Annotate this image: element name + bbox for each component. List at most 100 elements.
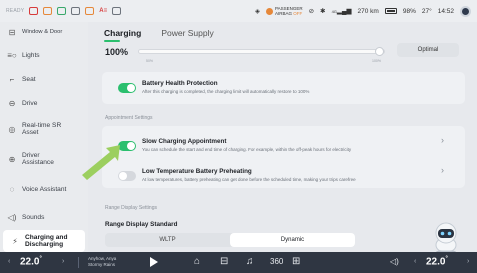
temp-left-decrease-icon[interactable]: ‹ — [8, 258, 10, 265]
sr-icon: ◎ — [8, 124, 16, 134]
low-temp-preheat-toggle[interactable] — [118, 171, 136, 181]
sidebar-item-driver-assistance[interactable]: ⊕ Driver Assistance — [0, 148, 88, 170]
volume-icon[interactable]: ◁) — [390, 257, 399, 266]
tab-bar: Charging Power Supply — [104, 28, 214, 42]
battery-percent: 98% — [402, 7, 416, 15]
status-bar: READY A≡ ◈ PASSENGER AIRBAG OFF ⊘ ✱ 4G▂▄… — [0, 0, 477, 22]
range-option-wltp[interactable]: WLTP — [105, 233, 230, 247]
sidebar-item-label: Lights — [22, 51, 40, 59]
outside-temp: 27° — [421, 7, 432, 15]
headlight-icon — [57, 7, 67, 15]
sidebar-item-charging[interactable]: ⚡ Charging and Discharging — [3, 230, 85, 252]
slow-charging-title: Slow Charging Appointment — [142, 138, 227, 145]
settings-sidebar: ⊟ Window & Door ≡○ Lights ⌐ Seat ⊖ Drive… — [0, 22, 88, 252]
battery-health-card — [102, 72, 465, 104]
charge-limit-slider[interactable] — [138, 47, 385, 56]
toggle-knob — [127, 84, 135, 92]
sidebar-item-label: Driver Assistance — [22, 152, 54, 166]
charge-limit-value: 100% — [105, 47, 129, 57]
apps-grid-icon[interactable]: ⊞ — [292, 256, 300, 267]
bottom-dock: ‹ 22.0° › Anyhow, Anya Stormy Rains ⌂ ⊟ … — [0, 252, 477, 273]
lights-icon: ≡○ — [7, 50, 17, 60]
clock: 14:52 — [437, 7, 454, 15]
range-display-segmented: WLTP Dynamic — [105, 233, 355, 247]
song-artist: Stormy Rains — [88, 262, 116, 267]
chevron-right-icon[interactable]: › — [441, 135, 444, 145]
low-temp-preheat-desc: At low temperatures, battery preheating … — [142, 177, 356, 182]
appointment-section-label: Appointment Settings — [105, 115, 153, 121]
ready-indicator: READY — [6, 8, 25, 14]
abs-icon: A≡ — [99, 8, 108, 14]
range-text: 270 km — [357, 7, 379, 15]
range-display-title: Range Display Standard — [105, 221, 178, 228]
music-icon[interactable]: ♫ — [246, 256, 254, 267]
drive-icon: ⊖ — [8, 98, 16, 108]
engine-icon — [85, 7, 95, 15]
avatar[interactable] — [460, 5, 471, 17]
charging-icon: ⚡ — [12, 236, 18, 246]
divider — [78, 257, 79, 268]
slow-charging-desc: You can schedule the start and end time … — [142, 147, 352, 152]
assistant-robot-icon[interactable] — [430, 222, 462, 254]
pointer-arrow-icon — [82, 145, 120, 180]
tick-min: 50% — [146, 59, 154, 63]
sidebar-item-label: Window & Door — [22, 28, 63, 35]
temp-right-decrease-icon[interactable]: ‹ — [414, 258, 416, 265]
settings-main: Charging Power Supply 100% 50% 100% Opti… — [88, 22, 477, 252]
sidebar-item-sounds[interactable]: ◁) Sounds — [0, 208, 88, 226]
tire-pressure-icon — [43, 7, 53, 15]
play-icon[interactable] — [150, 257, 158, 267]
sidebar-item-label: Sounds — [22, 213, 45, 221]
battery-icon — [384, 8, 397, 14]
sidebar-item-label: Drive — [22, 99, 38, 107]
low-temp-preheat-title: Low Temperature Battery Preheating — [142, 168, 252, 175]
toggle-knob — [119, 172, 127, 180]
sidebar-item-seat[interactable]: ⌐ Seat — [0, 70, 88, 88]
sidebar-item-sr-asset[interactable]: ◎ Real-time SR Asset — [0, 118, 88, 140]
home-icon[interactable]: ⌂ — [194, 256, 200, 267]
range-option-dynamic[interactable]: Dynamic — [230, 233, 355, 247]
sidebar-item-lights[interactable]: ≡○ Lights — [0, 46, 88, 64]
airbag-icon — [265, 7, 273, 15]
chevron-right-icon[interactable]: › — [441, 165, 444, 175]
tab-power-supply[interactable]: Power Supply — [161, 28, 213, 38]
tick-max: 100% — [372, 59, 381, 63]
wifi-icon: ◈ — [254, 8, 260, 15]
car-icon[interactable]: ⊟ — [220, 256, 228, 267]
sidebar-item-label: Voice Assistant — [22, 185, 67, 193]
now-playing[interactable]: Anyhow, Anya Stormy Rains — [88, 256, 116, 268]
tab-charging[interactable]: Charging — [104, 28, 141, 42]
traction-icon — [112, 7, 122, 15]
slider-handle[interactable] — [375, 47, 384, 56]
signal-icon: 4G▂▄▆ — [331, 8, 352, 15]
sidebar-item-voice-assistant[interactable]: ◌ Voice Assistant — [0, 178, 88, 200]
camera-360-icon[interactable]: 360 — [270, 257, 283, 266]
sidebar-item-label: Seat — [22, 75, 36, 83]
steering-icon: ⊕ — [8, 154, 16, 164]
seatbelt-icon — [71, 7, 81, 15]
range-section-label: Range Display Settings — [105, 205, 157, 211]
voice-icon: ◌ — [9, 184, 15, 194]
battery-health-title: Battery Health Protection — [142, 80, 218, 87]
status-right: ◈ PASSENGER AIRBAG OFF ⊘ ✱ 4G▂▄▆ 270 km … — [255, 0, 471, 22]
door-icon: ⊟ — [8, 27, 16, 37]
sidebar-item-label: Real-time SR Asset — [22, 122, 62, 136]
seat-icon: ⌐ — [9, 74, 15, 84]
brake-warning-icon — [29, 7, 39, 15]
sidebar-item-window-door[interactable]: ⊟ Window & Door — [0, 20, 88, 44]
battery-health-desc: After this charging is completed, the ch… — [142, 89, 310, 94]
passenger-airbag-status: PASSENGER AIRBAG OFF — [265, 6, 303, 16]
no-signal-icon: ⊘ — [308, 8, 315, 15]
battery-health-toggle[interactable] — [118, 83, 136, 93]
temp-left-increase-icon[interactable]: › — [62, 258, 64, 265]
optimal-button[interactable]: Optimal — [397, 43, 459, 57]
sidebar-item-drive[interactable]: ⊖ Drive — [0, 94, 88, 112]
temp-left[interactable]: 22.0° — [20, 256, 42, 267]
warning-indicators: READY A≡ — [6, 0, 122, 22]
sidebar-item-label: Charging and Discharging — [25, 234, 68, 248]
slow-charging-toggle[interactable] — [118, 141, 136, 151]
toggle-knob — [127, 142, 135, 150]
temp-right[interactable]: 22.0° — [426, 256, 448, 267]
speaker-icon: ◁) — [7, 212, 17, 222]
temp-right-increase-icon[interactable]: › — [467, 258, 469, 265]
